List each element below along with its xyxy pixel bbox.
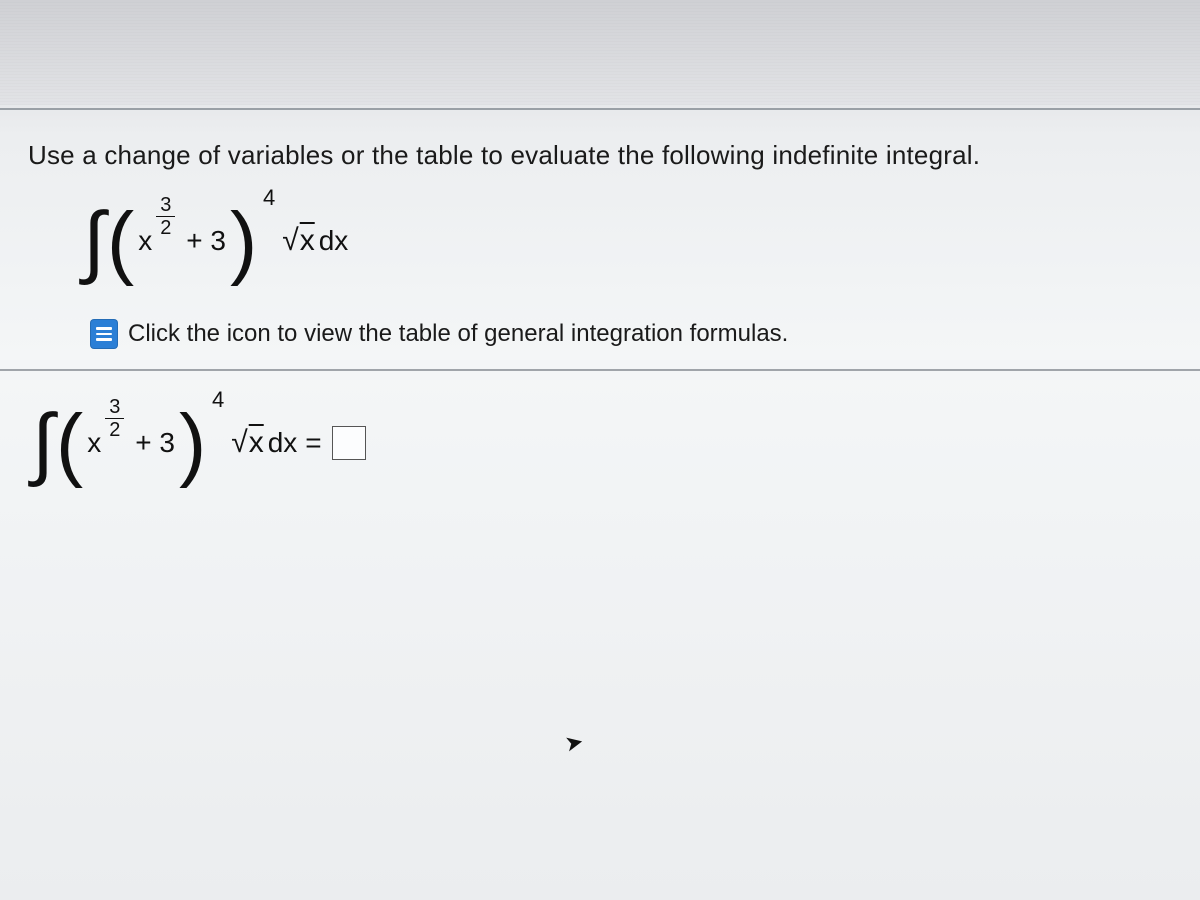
exponent-numerator: 3 [156,195,175,217]
differential: dx [268,427,298,459]
radical-term: √x dx [282,224,348,258]
right-paren-icon: ) [179,406,206,481]
question-prompt: Use a change of variables or the table t… [28,140,1172,171]
cursor-icon: ➤ [562,728,585,757]
constant-term: + 3 [186,225,226,257]
sqrt-icon: √x [282,224,314,258]
answer-input[interactable] [332,426,366,460]
inner-terms: x 3 2 + 3 [134,225,230,257]
exponent-fraction-answer: 3 2 [105,397,124,440]
variable-x: x [87,427,101,458]
differential: dx [319,225,349,257]
outer-power: 4 [212,387,224,413]
integral-sign-icon: ∫ [83,201,105,281]
exponent-denominator: 2 [160,217,171,238]
icon-line [96,333,112,336]
radical-term-answer: √x dx [231,426,297,460]
equals-sign: = [305,427,321,459]
hint-row: Click the icon to view the table of gene… [28,319,1172,349]
inner-terms-answer: x 3 2 + 3 [83,427,179,459]
left-paren-icon: ( [56,406,83,481]
top-texture [0,0,1200,105]
exponent-denominator: 2 [109,419,120,440]
hint-text: Click the icon to view the table of gene… [128,320,788,348]
content-area: Use a change of variables or the table t… [0,110,1200,349]
paren-group: ( x 3 2 + 3 ) 4 [107,201,257,281]
divider-mid [0,369,1200,371]
problem-screen: Use a change of variables or the table t… [0,0,1200,900]
integral-sign-icon: ∫ [32,403,54,483]
base-variable-answer: x 3 2 [87,427,101,459]
answer-row: ∫ ( x 3 2 + 3 ) 4 √x dx = [0,393,1200,493]
exponent-fraction: 3 2 [156,195,175,238]
radicand: x [300,224,315,257]
exponent-numerator: 3 [105,397,124,419]
sqrt-icon: √x [231,426,263,460]
constant-term: + 3 [135,427,175,459]
icon-line [96,338,112,341]
right-paren-icon: ) [230,204,257,279]
outer-power: 4 [263,185,275,211]
paren-group-answer: ( x 3 2 + 3 ) 4 [56,403,206,483]
base-variable: x 3 2 [138,225,152,257]
icon-line [96,327,112,330]
integral-display: ∫ ( x 3 2 + 3 ) 4 √x [28,191,1172,291]
radicand: x [249,426,264,459]
table-icon[interactable] [90,319,118,349]
left-paren-icon: ( [107,204,134,279]
variable-x: x [138,225,152,256]
